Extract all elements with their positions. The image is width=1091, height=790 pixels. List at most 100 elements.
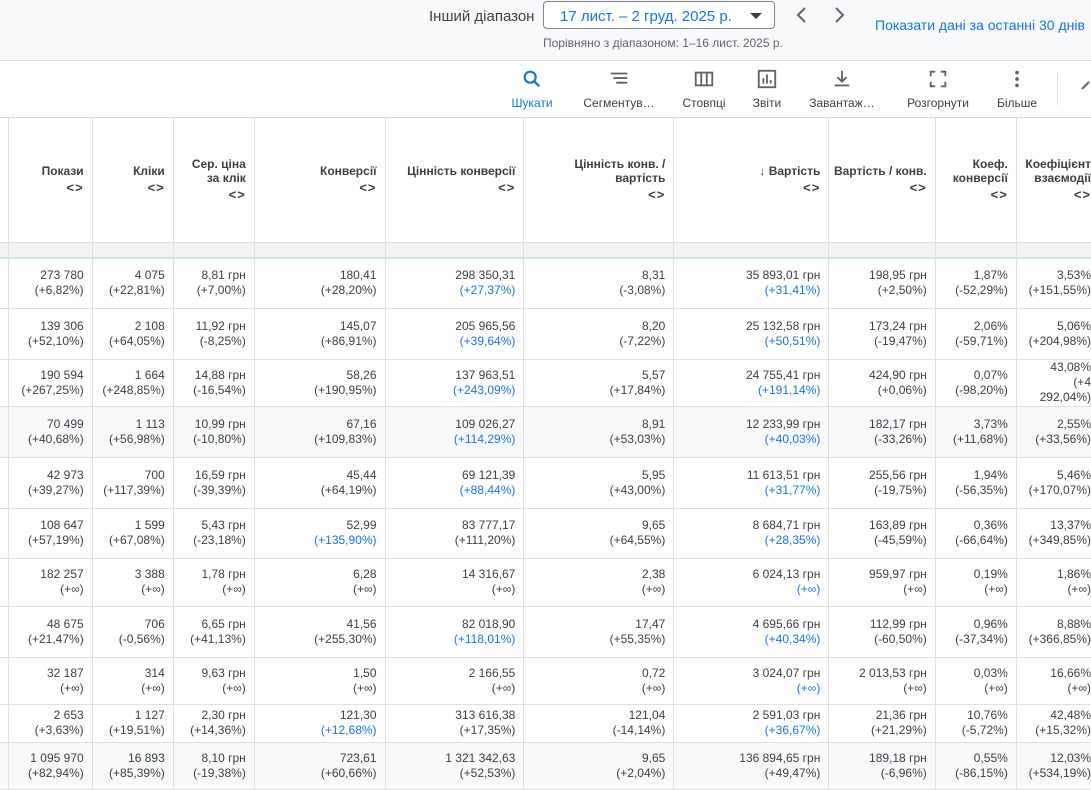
table-row[interactable]: 48 675 (+21,47%) 706 (-0,56%) 6,65 грн (+41,1… xyxy=(0,606,1091,658)
cell-change: (+190,95%) xyxy=(314,382,377,397)
column-header[interactable]: Коеф. конверсії <> xyxy=(935,118,1017,243)
table-cell: 255,56 грн (-19,75%) xyxy=(828,457,936,509)
column-header[interactable]: Кліки <> xyxy=(92,118,174,243)
table-cell: 163,89 грн (-45,59%) xyxy=(828,508,936,559)
sort-toggle-icon[interactable]: <> xyxy=(833,181,926,195)
table-cell: 42 973 (+39,27%) xyxy=(8,457,93,509)
column-header[interactable]: Цінність конв. / вартість <> xyxy=(523,118,675,243)
sort-toggle-icon[interactable]: <> xyxy=(678,181,820,195)
table-cell: 5,06% (+204,98%) xyxy=(1016,308,1091,360)
cell-change: (+0,06%) xyxy=(877,382,927,397)
cell-value: 1 113 xyxy=(135,416,165,431)
cell-change: (+∞) xyxy=(222,680,246,695)
table-row[interactable]: 190 594 (+267,25%) 1 664 (+248,85%) 14,88 гр… xyxy=(0,359,1091,407)
cell-value: 9,65 xyxy=(641,518,666,532)
segment-button[interactable]: Сегментув… xyxy=(582,68,656,110)
table-row[interactable]: 182 257 (+∞) 3 388 (+∞) 1,78 грн (+∞) 6,28 (+∞)… xyxy=(0,558,1091,607)
table-cell: 1,87% (-52,29%) xyxy=(935,258,1017,309)
table-cell: 16 893 (+85,39%) xyxy=(92,742,174,790)
more-button[interactable]: Більше xyxy=(995,68,1039,110)
cell-value: 5,46% xyxy=(1056,467,1091,482)
collapse-icon[interactable] xyxy=(1081,81,1091,97)
table-cell: 1 127 (+19,51%) xyxy=(92,704,174,743)
table-cell: 109 026,27 (+114,29%) xyxy=(385,406,525,458)
cell-value: 48 675 xyxy=(46,616,84,631)
show-last-30-days-link[interactable]: Показати дані за останні 30 днів xyxy=(875,17,1085,33)
cell-change: (+∞) xyxy=(984,680,1008,695)
row-select-cell xyxy=(0,359,9,407)
table-row[interactable]: 42 973 (+39,27%) 700 (+117,39%) 16,59 грн (-3… xyxy=(0,457,1091,509)
column-header[interactable]: Конверсії <> xyxy=(254,118,386,243)
date-range-select[interactable]: 17 лист. – 2 груд. 2025 р. xyxy=(543,1,775,29)
column-header[interactable]: Вартість / конв. <> xyxy=(828,118,936,243)
table-cell: 2 166,55 (+∞) xyxy=(385,657,525,705)
cell-change: (+7,00%) xyxy=(196,283,246,298)
cell-value: 69 121,39 xyxy=(461,467,516,482)
table-row[interactable]: 32 187 (+∞) 314 (+∞) 9,63 грн (+∞) 1,50 (+∞) 2 1… xyxy=(0,657,1091,705)
table-cell: 14,88 грн (-16,54%) xyxy=(173,359,255,407)
sort-toggle-icon[interactable]: <> xyxy=(97,181,165,195)
sort-toggle-icon[interactable]: <> xyxy=(390,181,516,195)
table-cell: 0,03% (+∞) xyxy=(935,657,1017,705)
row-select-cell xyxy=(0,657,9,705)
table-row[interactable]: 70 499 (+40,68%) 1 113 (+56,98%) 10,99 грн (-… xyxy=(0,406,1091,458)
table-cell: 2,30 грн (+14,36%) xyxy=(173,704,255,743)
download-button[interactable]: Завантаж… xyxy=(806,68,878,110)
cell-value: 17,47 xyxy=(635,616,666,631)
column-header[interactable]: Цінність конверсії <> xyxy=(385,118,525,243)
cell-change: (+53,03%) xyxy=(609,431,666,446)
cell-change: (+∞) xyxy=(60,582,84,596)
table-cell: 4 695,66 грн (+40,34%) xyxy=(673,606,830,658)
table-row[interactable]: 108 647 (+57,19%) 1 599 (+67,08%) 5,43 грн (-… xyxy=(0,508,1091,559)
table-cell: 13,37% (+349,85%) xyxy=(1016,508,1091,559)
column-title-text: Цінність конверсії xyxy=(407,164,516,179)
row-select-cell xyxy=(0,258,9,309)
table-cell: 24 755,41 грн (+191,14%) xyxy=(673,359,830,407)
sort-toggle-icon[interactable]: <> xyxy=(178,188,246,202)
table-cell: 112,99 грн (-60,50%) xyxy=(828,606,936,658)
cell-change: (-0,56%) xyxy=(118,631,165,646)
cell-change: (-66,64%) xyxy=(955,533,1008,547)
column-header[interactable]: Коефіцієнт взаємодії <> xyxy=(1016,118,1091,243)
sort-toggle-icon[interactable]: <> xyxy=(528,188,665,202)
cell-change: (+135,90%) xyxy=(314,533,377,547)
table-cell: 5,43 грн (-23,18%) xyxy=(173,508,255,559)
sort-toggle-icon[interactable]: <> xyxy=(13,181,84,195)
table-row[interactable]: 2 653 (+3,63%) 1 127 (+19,51%) 2,30 грн (+14,… xyxy=(0,704,1091,743)
sort-toggle-icon[interactable]: <> xyxy=(940,188,1008,202)
sort-toggle-icon[interactable]: <> xyxy=(259,181,377,195)
table-cell: 6,65 грн (+41,13%) xyxy=(173,606,255,658)
cell-value: 0,19% xyxy=(973,567,1008,581)
cell-change: (+243,09%) xyxy=(452,382,516,397)
cell-change: (+∞) xyxy=(1067,582,1091,596)
table-cell: 45,44 (+64,19%) xyxy=(254,457,386,509)
download-icon xyxy=(834,70,850,87)
column-header[interactable]: Покази <> xyxy=(8,118,93,243)
table-row[interactable]: 139 306 (+52,10%) 2 108 (+64,05%) 11,92 грн(… xyxy=(0,308,1091,360)
more-label: Більше xyxy=(996,96,1038,110)
search-button[interactable]: Шукати xyxy=(509,68,555,110)
cell-value: 313 616,38 xyxy=(455,708,516,722)
sort-toggle-icon[interactable]: <> xyxy=(1021,188,1091,202)
table-cell: 8,91 (+53,03%) xyxy=(523,406,675,458)
table-row[interactable]: 273 780 (+6,82%) 4 075 (+22,81%) 8,81 грн (+7… xyxy=(0,258,1091,309)
cell-value: 2,06% xyxy=(973,318,1008,333)
cell-change: (+40,03%) xyxy=(764,431,821,446)
column-header[interactable]: Сер. ціна за клік <> xyxy=(173,118,255,243)
chevron-right-icon[interactable] xyxy=(827,3,851,27)
columns-button[interactable]: Стовпці xyxy=(680,68,728,110)
cell-value: 35 893,01 грн xyxy=(745,268,821,283)
reports-button[interactable]: Звіти xyxy=(750,68,784,110)
cell-value: 2 591,03 грн xyxy=(752,708,821,722)
table-cell: 2,38 (+∞) xyxy=(523,558,675,607)
chevron-left-icon[interactable] xyxy=(790,3,814,27)
column-header[interactable]: ↓ Вартість <> xyxy=(673,118,830,243)
cell-change: (+64,55%) xyxy=(609,533,666,547)
cell-value: 1 095 970 xyxy=(30,750,84,765)
table-row[interactable]: 1 095 970 (+82,94%) 16 893 (+85,39%) 8,10 гр… xyxy=(0,742,1091,790)
cell-change: (-6,96%) xyxy=(880,765,927,780)
cell-value: 45,44 xyxy=(346,467,377,482)
table-cell: 136 894,65 грн (+49,47%) xyxy=(673,742,830,790)
expand-button[interactable]: Розгорнути xyxy=(904,68,972,110)
cell-change: (+248,85%) xyxy=(102,382,165,397)
